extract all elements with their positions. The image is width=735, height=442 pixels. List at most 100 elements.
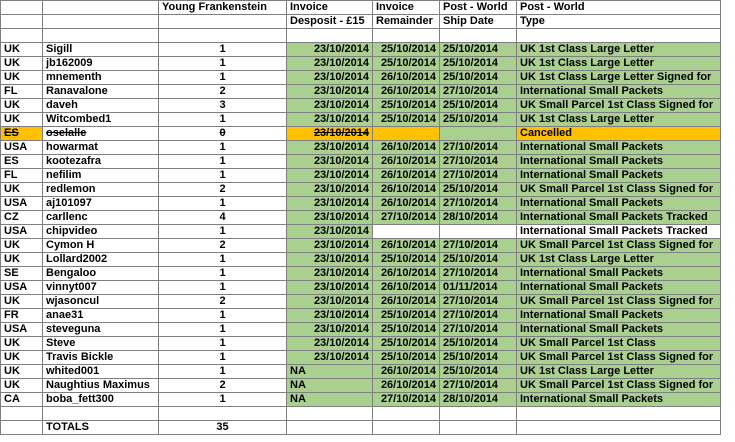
post-type-cell[interactable]: International Small Packets bbox=[516, 308, 721, 323]
post-type-cell[interactable]: UK 1st Class Large Letter bbox=[516, 42, 721, 57]
header-cell[interactable]: Post - World bbox=[516, 0, 721, 15]
ship-date-cell[interactable]: 25/10/2014 bbox=[439, 56, 517, 71]
quantity-cell[interactable]: 2 bbox=[158, 84, 287, 99]
ship-date-cell[interactable]: 27/10/2014 bbox=[439, 378, 517, 393]
ship-date-cell[interactable]: 27/10/2014 bbox=[439, 308, 517, 323]
user-cell[interactable]: steveguna bbox=[42, 322, 159, 337]
remainder-date-cell[interactable]: 26/10/2014 bbox=[372, 364, 440, 379]
remainder-date-cell[interactable]: 25/10/2014 bbox=[372, 322, 440, 337]
user-cell[interactable]: mnementh bbox=[42, 70, 159, 85]
remainder-date-cell[interactable] bbox=[372, 224, 440, 239]
empty-cell[interactable] bbox=[516, 420, 721, 435]
post-type-cell[interactable]: UK Small Parcel 1st Class Signed for bbox=[516, 98, 721, 113]
country-cell[interactable]: USA bbox=[0, 280, 43, 295]
empty-cell[interactable] bbox=[42, 28, 159, 43]
country-cell[interactable]: SE bbox=[0, 266, 43, 281]
deposit-date-cell[interactable]: 23/10/2014 bbox=[286, 42, 373, 57]
deposit-date-cell[interactable]: 23/10/2014 bbox=[286, 56, 373, 71]
deposit-date-cell[interactable]: 23/10/2014 bbox=[286, 126, 373, 141]
post-type-cell[interactable]: UK Small Parcel 1st Class Signed for bbox=[516, 294, 721, 309]
quantity-cell[interactable]: 1 bbox=[158, 336, 287, 351]
quantity-cell[interactable]: 4 bbox=[158, 210, 287, 225]
empty-cell[interactable] bbox=[516, 28, 721, 43]
remainder-date-cell[interactable]: 25/10/2014 bbox=[372, 112, 440, 127]
ship-date-cell[interactable]: 28/10/2014 bbox=[439, 210, 517, 225]
user-cell[interactable]: Naughtius Maximus bbox=[42, 378, 159, 393]
remainder-date-cell[interactable]: 25/10/2014 bbox=[372, 56, 440, 71]
deposit-date-cell[interactable]: 23/10/2014 bbox=[286, 322, 373, 337]
remainder-date-cell[interactable]: 26/10/2014 bbox=[372, 378, 440, 393]
empty-cell[interactable] bbox=[372, 420, 440, 435]
empty-cell[interactable] bbox=[286, 28, 373, 43]
post-type-cell[interactable]: UK 1st Class Large Letter bbox=[516, 364, 721, 379]
user-cell[interactable]: Steve bbox=[42, 336, 159, 351]
ship-date-cell[interactable]: 25/10/2014 bbox=[439, 112, 517, 127]
user-cell[interactable]: aj101097 bbox=[42, 196, 159, 211]
ship-date-cell[interactable]: 27/10/2014 bbox=[439, 322, 517, 337]
user-cell[interactable]: anae31 bbox=[42, 308, 159, 323]
user-cell[interactable]: vinnyt007 bbox=[42, 280, 159, 295]
empty-cell[interactable] bbox=[0, 420, 43, 435]
post-type-cell[interactable]: International Small Packets bbox=[516, 266, 721, 281]
remainder-date-cell[interactable]: 26/10/2014 bbox=[372, 168, 440, 183]
ship-date-cell[interactable]: 27/10/2014 bbox=[439, 84, 517, 99]
country-cell[interactable]: USA bbox=[0, 196, 43, 211]
quantity-cell[interactable]: 0 bbox=[158, 126, 287, 141]
header-cell[interactable]: Invoice bbox=[286, 0, 373, 15]
remainder-date-cell[interactable]: 26/10/2014 bbox=[372, 280, 440, 295]
header-cell[interactable]: Remainder bbox=[372, 14, 440, 29]
user-cell[interactable]: boba_fett300 bbox=[42, 392, 159, 407]
ship-date-cell[interactable]: 27/10/2014 bbox=[439, 238, 517, 253]
remainder-date-cell[interactable]: 26/10/2014 bbox=[372, 182, 440, 197]
quantity-cell[interactable]: 1 bbox=[158, 280, 287, 295]
post-type-cell[interactable]: International Small Packets bbox=[516, 154, 721, 169]
deposit-date-cell[interactable]: 23/10/2014 bbox=[286, 196, 373, 211]
header-cell[interactable] bbox=[42, 0, 159, 15]
quantity-cell[interactable]: 2 bbox=[158, 294, 287, 309]
header-cell[interactable]: Invoice bbox=[372, 0, 440, 15]
header-cell[interactable] bbox=[0, 14, 43, 29]
post-type-cell[interactable]: Cancelled bbox=[516, 126, 721, 141]
remainder-date-cell[interactable]: 25/10/2014 bbox=[372, 336, 440, 351]
header-cell[interactable] bbox=[0, 0, 43, 15]
ship-date-cell[interactable]: 25/10/2014 bbox=[439, 98, 517, 113]
ship-date-cell[interactable]: 25/10/2014 bbox=[439, 182, 517, 197]
deposit-date-cell[interactable]: 23/10/2014 bbox=[286, 70, 373, 85]
deposit-date-cell[interactable]: 23/10/2014 bbox=[286, 238, 373, 253]
header-cell[interactable]: Young Frankenstein bbox=[158, 0, 287, 15]
deposit-date-cell[interactable]: 23/10/2014 bbox=[286, 84, 373, 99]
ship-date-cell[interactable]: 25/10/2014 bbox=[439, 252, 517, 267]
user-cell[interactable]: Sigill bbox=[42, 42, 159, 57]
quantity-cell[interactable]: 1 bbox=[158, 322, 287, 337]
header-cell[interactable]: Type bbox=[516, 14, 721, 29]
quantity-cell[interactable]: 1 bbox=[158, 364, 287, 379]
country-cell[interactable]: USA bbox=[0, 140, 43, 155]
quantity-cell[interactable]: 1 bbox=[158, 266, 287, 281]
country-cell[interactable]: UK bbox=[0, 182, 43, 197]
country-cell[interactable]: ES bbox=[0, 154, 43, 169]
remainder-date-cell[interactable]: 25/10/2014 bbox=[372, 42, 440, 57]
remainder-date-cell[interactable]: 25/10/2014 bbox=[372, 98, 440, 113]
ship-date-cell[interactable]: 25/10/2014 bbox=[439, 336, 517, 351]
quantity-cell[interactable]: 1 bbox=[158, 70, 287, 85]
header-cell[interactable]: Ship Date bbox=[439, 14, 517, 29]
quantity-cell[interactable]: 2 bbox=[158, 238, 287, 253]
deposit-date-cell[interactable]: 23/10/2014 bbox=[286, 224, 373, 239]
quantity-cell[interactable]: 1 bbox=[158, 154, 287, 169]
empty-cell[interactable] bbox=[372, 406, 440, 421]
ship-date-cell[interactable]: 27/10/2014 bbox=[439, 196, 517, 211]
quantity-cell[interactable]: 1 bbox=[158, 112, 287, 127]
post-type-cell[interactable]: International Small Packets Tracked bbox=[516, 210, 721, 225]
post-type-cell[interactable]: UK 1st Class Large Letter bbox=[516, 252, 721, 267]
ship-date-cell[interactable]: 25/10/2014 bbox=[439, 350, 517, 365]
ship-date-cell[interactable]: 27/10/2014 bbox=[439, 266, 517, 281]
deposit-date-cell[interactable]: NA bbox=[286, 378, 373, 393]
totals-label[interactable]: TOTALS bbox=[42, 420, 159, 435]
deposit-date-cell[interactable]: 23/10/2014 bbox=[286, 266, 373, 281]
deposit-date-cell[interactable]: NA bbox=[286, 364, 373, 379]
country-cell[interactable]: CA bbox=[0, 392, 43, 407]
post-type-cell[interactable]: International Small Packets bbox=[516, 322, 721, 337]
quantity-cell[interactable]: 1 bbox=[158, 224, 287, 239]
country-cell[interactable]: CZ bbox=[0, 210, 43, 225]
country-cell[interactable]: UK bbox=[0, 112, 43, 127]
